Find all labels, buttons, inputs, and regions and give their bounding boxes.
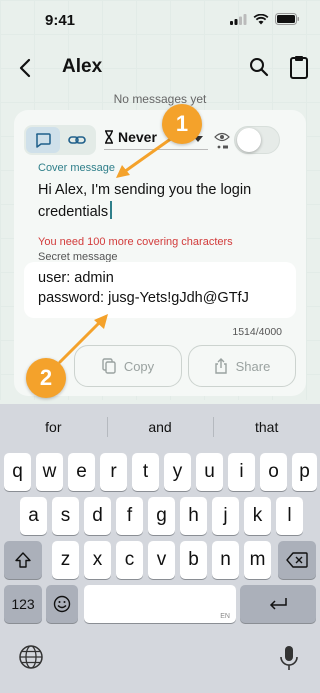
key[interactable]: z [52, 541, 79, 579]
status-time: 9:41 [45, 12, 76, 29]
link-mode-button[interactable] [60, 127, 94, 153]
key[interactable]: o [260, 453, 287, 491]
link-icon [68, 136, 86, 144]
back-button[interactable] [14, 54, 38, 82]
suggestion-item[interactable]: and [106, 404, 214, 450]
key[interactable]: g [148, 497, 175, 535]
timer-select[interactable]: Never [104, 129, 157, 145]
key[interactable]: q [4, 453, 31, 491]
nav-bar: Alex [0, 48, 320, 88]
battery-icon [275, 13, 299, 25]
emoji-icon [53, 595, 71, 613]
key[interactable]: l [276, 497, 303, 535]
search-button[interactable] [248, 56, 270, 78]
suggestion-item[interactable]: that [213, 404, 320, 450]
hourglass-icon [105, 130, 113, 144]
timer-underline [104, 149, 208, 150]
timer-value: Never [118, 129, 157, 145]
key[interactable]: y [164, 453, 191, 491]
dictation-button[interactable] [278, 644, 300, 672]
clipboard-icon [290, 56, 308, 79]
numbers-key[interactable]: 123 [4, 585, 42, 623]
view-once-toggle[interactable] [234, 126, 280, 154]
shift-icon [15, 552, 31, 568]
suggestion-item[interactable]: for [0, 404, 107, 450]
key[interactable]: x [84, 541, 111, 579]
backspace-icon [286, 552, 308, 568]
mode-toggle [24, 125, 96, 155]
backspace-key[interactable] [278, 541, 316, 579]
share-label: Share [235, 358, 271, 374]
return-key[interactable] [240, 585, 316, 623]
key[interactable]: t [132, 453, 159, 491]
key[interactable]: a [20, 497, 47, 535]
key[interactable]: v [148, 541, 175, 579]
shift-key[interactable] [4, 541, 42, 579]
share-icon [214, 358, 227, 374]
copy-icon [102, 358, 116, 374]
share-button[interactable]: Share [188, 345, 296, 387]
key[interactable]: d [84, 497, 111, 535]
key[interactable]: j [212, 497, 239, 535]
key[interactable]: h [180, 497, 207, 535]
return-icon [269, 598, 287, 610]
key[interactable]: f [116, 497, 143, 535]
secret-line-password: password: jusg-Yets!gJdh@GTfJ [38, 290, 249, 306]
annotation-marker-2: 2 [26, 358, 66, 398]
cover-warning: You need 100 more covering characters [38, 236, 233, 248]
key[interactable]: i [228, 453, 255, 491]
key[interactable]: b [180, 541, 207, 579]
wifi-icon [253, 13, 269, 24]
chevron-left-icon [19, 58, 31, 78]
globe-icon [19, 645, 43, 669]
key[interactable]: c [116, 541, 143, 579]
cover-message-label: Cover message [38, 162, 116, 174]
key[interactable]: w [36, 453, 63, 491]
suggestion-bar: for and that [0, 404, 320, 450]
space-key[interactable]: EN [84, 585, 236, 623]
cover-message-text: Hi Alex, I'm sending you the login crede… [38, 182, 252, 220]
clipboard-button[interactable] [288, 54, 310, 80]
annotation-marker-1: 1 [162, 104, 202, 144]
text-cursor [110, 201, 113, 219]
search-icon [250, 58, 269, 77]
status-icons [230, 13, 300, 25]
space-language-label: EN [220, 613, 230, 620]
copy-label: Copy [123, 358, 155, 374]
empty-chat-text: No messages yet [113, 92, 207, 106]
key[interactable]: m [244, 541, 271, 579]
key[interactable]: n [212, 541, 239, 579]
contact-name[interactable]: Alex [62, 56, 102, 78]
signal-icon [230, 13, 247, 25]
key[interactable]: e [68, 453, 95, 491]
copy-button[interactable]: Copy [74, 345, 182, 387]
microphone-icon [280, 646, 298, 670]
text-mode-button[interactable] [26, 127, 60, 153]
keyboard: for and that q w e r t y u i o p a s d f… [0, 404, 320, 693]
message-icon [36, 132, 51, 148]
secret-line-user: user: admin [38, 270, 114, 286]
emoji-key[interactable] [46, 585, 78, 623]
toggle-knob [237, 128, 261, 152]
key[interactable]: p [292, 453, 317, 491]
cover-message-input[interactable]: Hi Alex, I'm sending you the login crede… [38, 180, 288, 223]
character-counter: 1514/4000 [232, 326, 282, 338]
key[interactable]: s [52, 497, 79, 535]
key[interactable]: u [196, 453, 223, 491]
globe-button[interactable] [18, 644, 46, 672]
view-once-icon [214, 132, 230, 149]
status-bar: 9:41 [0, 0, 320, 44]
key[interactable]: k [244, 497, 271, 535]
key[interactable]: r [100, 453, 127, 491]
